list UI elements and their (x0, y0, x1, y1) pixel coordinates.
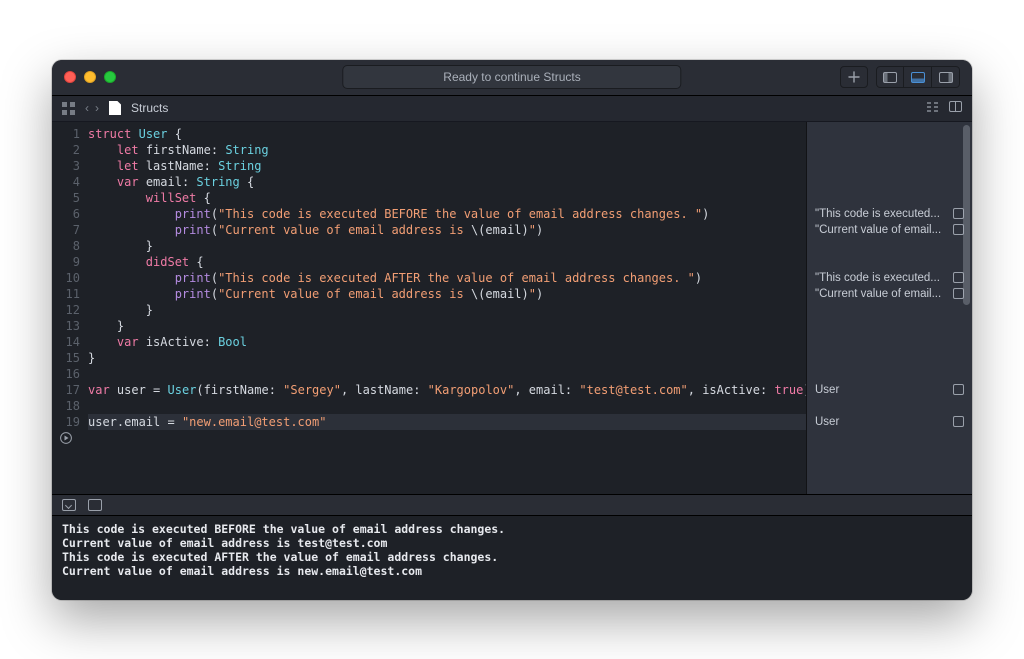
toggle-navigator-button[interactable] (876, 66, 904, 88)
fullscreen-window-button[interactable] (104, 71, 116, 83)
titlebar: Ready to continue Structs (52, 60, 972, 96)
console-output[interactable]: This code is executed BEFORE the value o… (52, 516, 972, 600)
filename-label[interactable]: Structs (131, 101, 168, 115)
result-sidebar: "This code is executed..."Current value … (806, 122, 972, 494)
result-row[interactable]: "Current value of email... (807, 286, 972, 302)
nav-forward-icon[interactable]: › (95, 101, 99, 115)
debug-toggle-icon[interactable] (62, 499, 76, 511)
toggle-debug-area-button[interactable] (904, 66, 932, 88)
jump-bar: ‹ › Structs (52, 96, 972, 122)
debug-bar (52, 494, 972, 516)
run-line-icon[interactable] (52, 430, 80, 446)
result-row[interactable]: "Current value of email... (807, 222, 972, 238)
line-number-gutter: 12345678910111213141516171819 (52, 126, 88, 494)
toolbar-right (840, 66, 960, 88)
minimize-window-button[interactable] (84, 71, 96, 83)
xcode-window: Ready to continue Structs ‹ (52, 60, 972, 600)
add-button[interactable] (840, 66, 868, 88)
quicklook-icon[interactable] (953, 416, 964, 427)
main-area: 12345678910111213141516171819 struct Use… (52, 122, 972, 494)
result-row[interactable]: "This code is executed... (807, 270, 972, 286)
code-editor[interactable]: 12345678910111213141516171819 struct Use… (52, 122, 806, 494)
scrollbar[interactable] (963, 125, 970, 305)
debug-view-icon[interactable] (88, 499, 102, 511)
jump-bar-right (926, 101, 962, 116)
toggle-inspector-button[interactable] (932, 66, 960, 88)
outline-icon[interactable] (926, 101, 939, 116)
result-row[interactable]: User (807, 414, 972, 430)
result-row[interactable]: "This code is executed... (807, 206, 972, 222)
result-row[interactable]: User (807, 382, 972, 398)
panel-toggle-group (876, 66, 960, 88)
traffic-lights (64, 71, 116, 83)
nav-arrows: ‹ › (85, 101, 99, 115)
related-items-icon[interactable] (62, 102, 75, 115)
file-icon (109, 101, 121, 115)
close-window-button[interactable] (64, 71, 76, 83)
activity-viewer[interactable]: Ready to continue Structs (342, 65, 681, 89)
assistant-icon[interactable] (949, 101, 962, 116)
code-area[interactable]: struct User { let firstName: String let … (88, 126, 806, 494)
quicklook-icon[interactable] (953, 384, 964, 395)
nav-back-icon[interactable]: ‹ (85, 101, 89, 115)
